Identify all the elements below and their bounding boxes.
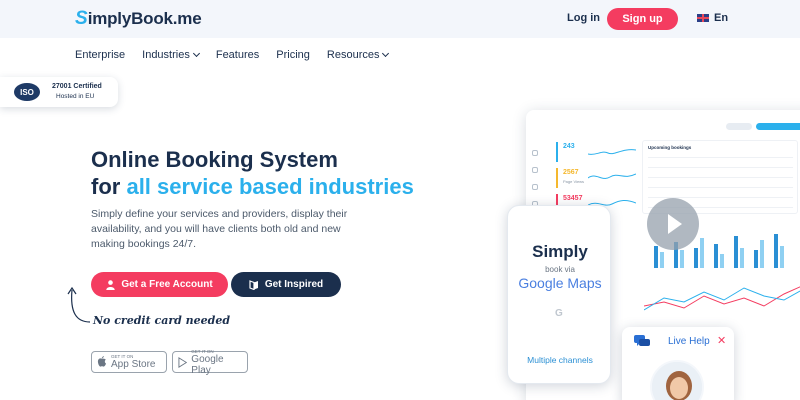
nav-enterprise[interactable]: Enterprise (75, 48, 125, 62)
iso-icon: ISO (14, 83, 40, 101)
get-free-account-button[interactable]: Get a Free Account (91, 272, 228, 297)
logo-mark: S (75, 8, 88, 29)
store-name: Google Play (191, 353, 224, 376)
iso-line2: Hosted in EU (56, 93, 95, 100)
google-maps-wordmark: Google Maps (518, 275, 602, 291)
language-label: En (714, 12, 729, 24)
table-row (648, 167, 793, 168)
nav-label: Resources (326, 49, 380, 61)
kpi-value: 53457 (563, 195, 583, 202)
nav-label: Features (215, 49, 260, 61)
agent-portrait (652, 362, 702, 400)
logo[interactable]: SimplyBook.me (75, 8, 202, 30)
user-icon (106, 279, 116, 290)
login-link[interactable]: Log in (567, 12, 600, 24)
iso-certification-badge[interactable]: ISO 27001 Certified Hosted in EU (0, 77, 118, 107)
table-row (648, 187, 793, 188)
logo-text: implyBook.me (87, 9, 202, 28)
nav-label: Industries (142, 49, 190, 61)
main-nav: Enterprise Industries Features Pricing R… (75, 48, 405, 62)
dashboard-search-bar (726, 123, 752, 130)
nav-features[interactable]: Features (216, 48, 259, 62)
nav-pricing[interactable]: Pricing (276, 48, 310, 62)
iso-line1: 27001 Certified (52, 83, 102, 90)
table-title: Upcoming bookings (648, 145, 692, 150)
chevron-down-icon (192, 49, 200, 58)
chevron-down-icon (382, 49, 390, 58)
app-store-badge[interactable]: GET IT ON App Store (91, 351, 167, 373)
play-video-button[interactable] (647, 198, 699, 250)
kpi-label: Page Views (563, 179, 585, 184)
live-help-label: Live Help (668, 336, 710, 347)
button-label: Get Inspired (264, 279, 324, 290)
get-inspired-button[interactable]: Get Inspired (231, 272, 341, 297)
multiple-channels-label: Multiple channels (527, 355, 593, 365)
chat-bubble-icon (634, 335, 650, 346)
close-icon[interactable]: ✕ (717, 334, 726, 347)
hero-title-accent: all service based industries (126, 174, 414, 199)
hero-title-line2: for all service based industries (91, 174, 414, 200)
kpi-sparkline (588, 149, 636, 155)
phone-title: Simply (532, 242, 588, 261)
phone-preview: Simply book via Google Maps G Multiple c… (507, 205, 611, 384)
google-play-text: GET IT ON Google Play (191, 349, 242, 376)
nav-industries[interactable]: Industries (142, 48, 200, 62)
store-name: App Store (111, 359, 156, 370)
hero-title-prefix: for (91, 174, 121, 199)
line-chart-preview (644, 286, 800, 311)
no-credit-card-note: No credit card needed (93, 314, 231, 327)
nav-label: Enterprise (75, 49, 126, 61)
live-help-widget[interactable]: Live Help ✕ (622, 327, 734, 400)
phone-subtitle: book via (545, 265, 575, 274)
hero-description: Simply define your services and provider… (91, 208, 348, 250)
signup-button[interactable]: Sign up (607, 8, 678, 30)
google-g-icon: G (555, 308, 563, 319)
google-play-icon (178, 356, 188, 368)
curved-arrow-icon (67, 286, 91, 323)
table-row (648, 157, 793, 158)
support-agent-avatar (650, 360, 704, 400)
kpi-value: 2567 (563, 169, 579, 176)
google-play-badge[interactable]: GET IT ON Google Play (172, 349, 248, 376)
kpi-sparkline (588, 173, 636, 179)
uk-flag-icon (697, 14, 709, 22)
app-store-text: GET IT ON App Store (111, 354, 155, 370)
button-label: Get a Free Account (121, 279, 213, 290)
kpi-value: 243 (563, 143, 575, 150)
top-bar: SimplyBook.me Log in Sign up En (0, 0, 800, 38)
nav-resources[interactable]: Resources (326, 48, 390, 62)
dashboard-action-bar (756, 123, 800, 130)
apple-icon (97, 356, 106, 367)
table-row (648, 177, 793, 178)
nav-label: Pricing (276, 49, 310, 61)
language-selector[interactable]: En (697, 12, 728, 24)
hero-title-line1: Online Booking System (91, 147, 338, 172)
page: SimplyBook.me Log in Sign up En Enterpri… (0, 0, 800, 400)
book-open-icon (249, 279, 258, 290)
